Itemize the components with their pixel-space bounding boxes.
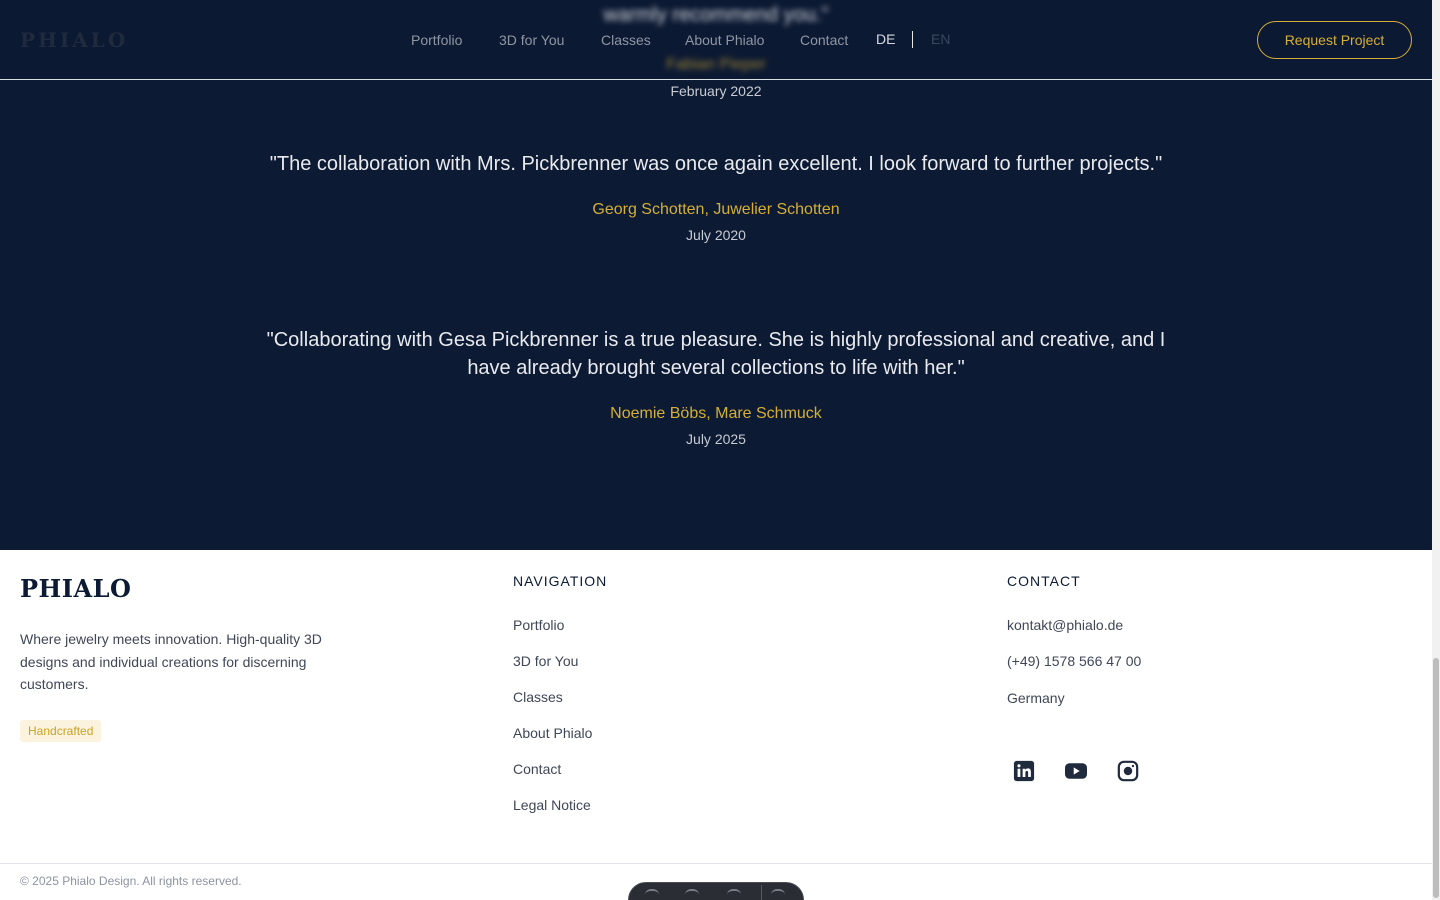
- testimonial-card: "Collaborating with Gesa Pickbrenner is …: [0, 326, 1432, 448]
- testimonial-author: Georg Schotten, Juwelier Schotten: [592, 201, 840, 218]
- copyright-text: © 2025 Phialo Design. All rights reserve…: [20, 874, 242, 888]
- contact-email-link[interactable]: kontakt@phialo.de: [1007, 616, 1123, 634]
- footer-link-portfolio[interactable]: Portfolio: [513, 616, 564, 634]
- toolbar-separator: [761, 885, 762, 900]
- testimonials-section: warmly recommend you." Fabian Pieper Feb…: [0, 0, 1432, 550]
- toolbar-app-icon[interactable]: [645, 889, 659, 900]
- scrollbar-thumb[interactable]: [1433, 658, 1439, 898]
- footer-tagline: Where jewelry meets innovation. High-qua…: [20, 631, 322, 692]
- testimonial-date: July 2025: [686, 431, 746, 447]
- language-separator: [912, 31, 913, 48]
- request-project-button[interactable]: Request Project: [1257, 21, 1412, 59]
- nav-link-contact[interactable]: Contact: [800, 31, 848, 49]
- footer-link-classes[interactable]: Classes: [513, 688, 563, 706]
- nav-link-3d-for-you[interactable]: 3D for You: [499, 31, 564, 49]
- floating-dev-toolbar[interactable]: [628, 882, 804, 900]
- page: warmly recommend you." Fabian Pieper Feb…: [0, 0, 1440, 900]
- instagram-icon[interactable]: [1111, 754, 1145, 788]
- contact-phone-link[interactable]: (+49) 1578 566 47 00: [1007, 652, 1141, 670]
- testimonial-date-previous: February 2022: [670, 83, 762, 99]
- main-nav: Portfolio 3D for You Classes About Phial…: [0, 0, 1432, 80]
- testimonial-card: "The collaboration with Mrs. Pickbrenner…: [0, 150, 1432, 244]
- footer-logo[interactable]: PHIALO: [20, 574, 131, 603]
- footer-navigation-heading: NAVIGATION: [513, 573, 608, 589]
- site-header: PHIALO Portfolio 3D for You Classes Abou…: [0, 0, 1432, 80]
- footer-divider: [0, 863, 1432, 864]
- footer-contact-heading: CONTACT: [1007, 573, 1081, 589]
- footer-link-3d-for-you[interactable]: 3D for You: [513, 652, 578, 670]
- language-en-link[interactable]: EN: [931, 31, 950, 47]
- footer-link-legal-notice[interactable]: Legal Notice: [513, 796, 591, 814]
- site-footer: PHIALO Where jewelry meets innovation. H…: [0, 550, 1432, 900]
- footer-link-contact[interactable]: Contact: [513, 760, 561, 778]
- nav-link-classes[interactable]: Classes: [601, 31, 651, 49]
- linkedin-icon[interactable]: [1007, 754, 1041, 788]
- toolbar-inspect-icon[interactable]: [685, 889, 699, 900]
- testimonial-quote: "Collaborating with Gesa Pickbrenner is …: [266, 329, 1166, 379]
- language-de-link[interactable]: DE: [876, 31, 895, 47]
- handcrafted-badge: Handcrafted: [20, 720, 102, 742]
- youtube-icon[interactable]: [1059, 754, 1093, 788]
- nav-link-about-phialo[interactable]: About Phialo: [685, 31, 764, 49]
- toolbar-audit-icon[interactable]: [727, 889, 741, 900]
- testimonial-author: Noemie Böbs, Mare Schmuck: [610, 405, 822, 422]
- footer-link-about-phialo[interactable]: About Phialo: [513, 724, 592, 742]
- gear-icon[interactable]: [771, 889, 785, 900]
- testimonial-quote: "The collaboration with Mrs. Pickbrenner…: [269, 153, 1163, 175]
- testimonial-date: July 2020: [686, 227, 746, 243]
- contact-country: Germany: [1007, 690, 1065, 706]
- nav-link-portfolio[interactable]: Portfolio: [411, 31, 462, 49]
